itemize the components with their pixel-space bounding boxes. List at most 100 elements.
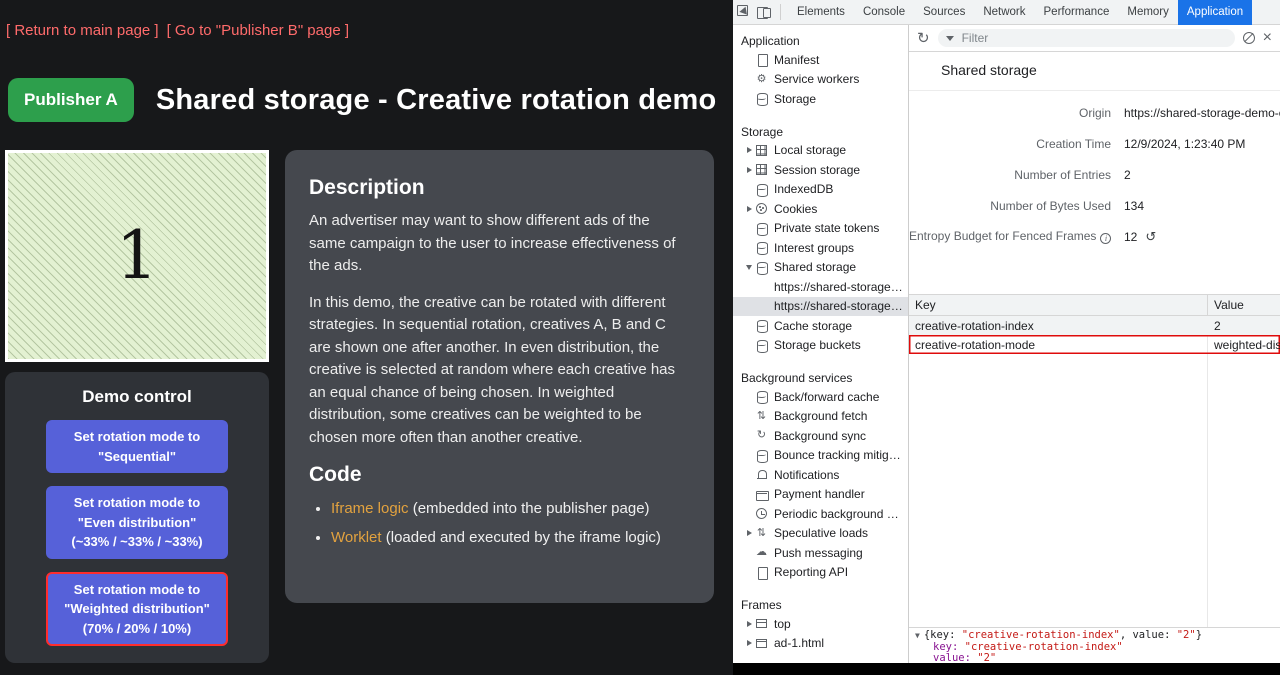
tab-network[interactable]: Network [974,0,1034,25]
tab-elements[interactable]: Elements [788,0,854,25]
frame-icon [755,637,768,650]
info-icon[interactable]: i [1100,233,1111,244]
return-main-page-link[interactable]: [ Return to main page ] [6,22,159,39]
set-sequential-mode-button[interactable]: Set rotation mode to "Sequential" [46,420,228,473]
sidebar-item-shared-storage[interactable]: Shared storage [733,258,908,278]
sidebar-item-local-storage[interactable]: Local storage [733,141,908,161]
code-links-list: Iframe logic (embedded into the publishe… [309,497,690,550]
expand-icon[interactable] [743,640,755,646]
meta-label: Creation Time [909,137,1111,151]
column-header-value[interactable]: Value [1208,295,1280,315]
sidebar-item-service-workers[interactable]: ⚙Service workers [733,70,908,90]
expand-icon[interactable] [743,621,755,627]
table-row-creative-rotation-index[interactable]: creative-rotation-index 2 [909,316,1280,335]
cookie-icon [755,202,768,215]
sidebar-item-background-sync[interactable]: ↻Background sync [733,426,908,446]
tab-sources[interactable]: Sources [914,0,974,25]
list-item: Worklet (loaded and executed by the ifra… [331,526,690,549]
list-item-text: (embedded into the publisher page) [409,500,650,517]
expand-icon[interactable] [743,206,755,212]
sidebar-item-storage[interactable]: Storage [733,89,908,109]
up-down-arrows-icon: ⇅ [755,527,768,540]
divider [780,4,781,20]
button-line: (70% / 20% / 10%) [51,619,223,639]
meta-value: https://shared-storage-demo-co [1124,106,1280,120]
caret-down-icon[interactable]: ▼ [915,631,920,640]
sidebar-item-push-messaging[interactable]: ☁Push messaging [733,543,908,563]
screen: [ Return to main page ] [ Go to "Publish… [0,0,1280,675]
meta-row-origin: Origin https://shared-storage-demo-co [909,97,1280,128]
filter-funnel-icon [946,36,954,41]
sidebar-item-reporting-api[interactable]: Reporting API [733,563,908,583]
database-icon [755,319,768,332]
expand-icon[interactable] [743,530,755,536]
sidebar-item-cookies[interactable]: Cookies [733,199,908,219]
iframe-logic-link[interactable]: Iframe logic [331,500,409,517]
tab-application[interactable]: Application [1178,0,1252,25]
sidebar-item-interest-groups[interactable]: Interest groups [733,238,908,258]
meta-label: Entropy Budget for Fenced Framesi [909,229,1111,244]
filter-input[interactable] [960,30,1227,46]
sidebar-item-payment-handler[interactable]: Payment handler [733,485,908,505]
button-line: "Sequential" [50,447,224,467]
sidebar-item-background-fetch[interactable]: ⇅Background fetch [733,407,908,427]
database-icon [755,183,768,196]
button-line: "Even distribution" [50,513,224,533]
sidebar-item-cache-storage[interactable]: Cache storage [733,316,908,336]
worklet-link[interactable]: Worklet [331,529,382,546]
demo-control-title: Demo control [5,387,269,407]
device-toolbar-icon[interactable] [757,5,771,19]
table-icon [755,144,768,157]
table-row-creative-rotation-mode[interactable]: creative-rotation-mode weighted-dist [909,335,1280,354]
button-line: Set rotation mode to [50,493,224,513]
collapse-icon[interactable] [743,265,755,270]
key-value-table: Key Value creative-rotation-index 2 crea… [909,294,1280,627]
tab-performance[interactable]: Performance [1035,0,1119,25]
sidebar-item-storage-buckets[interactable]: Storage buckets [733,336,908,356]
sidebar-item-bounce-tracking-mitigations[interactable]: Bounce tracking mitiga… [733,446,908,466]
reset-budget-icon[interactable]: ↺ [1145,230,1156,243]
sidebar-item-private-state-tokens[interactable]: Private state tokens [733,219,908,239]
devtools-toolbar-icons [733,4,788,20]
column-header-key[interactable]: Key [909,295,1208,315]
sidebar-item-back-forward-cache[interactable]: Back/forward cache [733,387,908,407]
sidebar-item-speculative-loads[interactable]: ⇅Speculative loads [733,524,908,544]
cloud-icon: ☁ [755,546,768,559]
refresh-icon[interactable]: ↻ [917,31,930,46]
sidebar-item-shared-storage-origin-1[interactable]: https://shared-storage-d… [733,277,908,297]
sidebar-item-periodic-background-sync[interactable]: Periodic background s… [733,504,908,524]
cell-key: creative-rotation-index [909,319,1208,333]
sidebar-section-background-services[interactable]: Background services [733,368,908,387]
set-weighted-distribution-mode-button[interactable]: Set rotation mode to "Weighted distribut… [46,572,228,647]
document-icon [755,53,768,66]
sidebar-item-indexeddb[interactable]: IndexedDB [733,180,908,200]
sidebar-item-frame-top[interactable]: top [733,614,908,634]
sidebar-item-session-storage[interactable]: Session storage [733,160,908,180]
database-icon [755,241,768,254]
tab-console[interactable]: Console [854,0,914,25]
inspect-element-icon[interactable] [737,5,751,19]
sidebar-item-shared-storage-origin-2[interactable]: https://shared-storage-d… [733,297,908,317]
sidebar-item-notifications[interactable]: Notifications [733,465,908,485]
bottom-strip [733,663,1280,675]
frame-icon [755,617,768,630]
sidebar-section-frames[interactable]: Frames [733,595,908,614]
tab-memory[interactable]: Memory [1118,0,1178,25]
expand-icon[interactable] [743,147,755,153]
sidebar-item-manifest[interactable]: Manifest [733,50,908,70]
expand-icon[interactable] [743,167,755,173]
publisher-b-page-link[interactable]: [ Go to "Publisher B" page ] [167,22,349,39]
meta-label: Number of Entries [909,168,1111,182]
set-even-distribution-mode-button[interactable]: Set rotation mode to "Even distribution"… [46,486,228,559]
filter-box[interactable] [938,29,1235,47]
delete-all-icon[interactable] [1243,32,1255,44]
sidebar-section-storage[interactable]: Storage [733,122,908,141]
card-icon [755,488,768,501]
database-icon [755,390,768,403]
sidebar-item-frame-ad-1[interactable]: ad-1.html [733,634,908,654]
table-header: Key Value [909,295,1280,316]
sidebar-section-application[interactable]: Application [733,31,908,50]
close-icon[interactable]: × [1263,30,1272,46]
meta-value: 134 [1124,199,1280,213]
creative-ad-iframe[interactable]: 1 [5,150,269,362]
